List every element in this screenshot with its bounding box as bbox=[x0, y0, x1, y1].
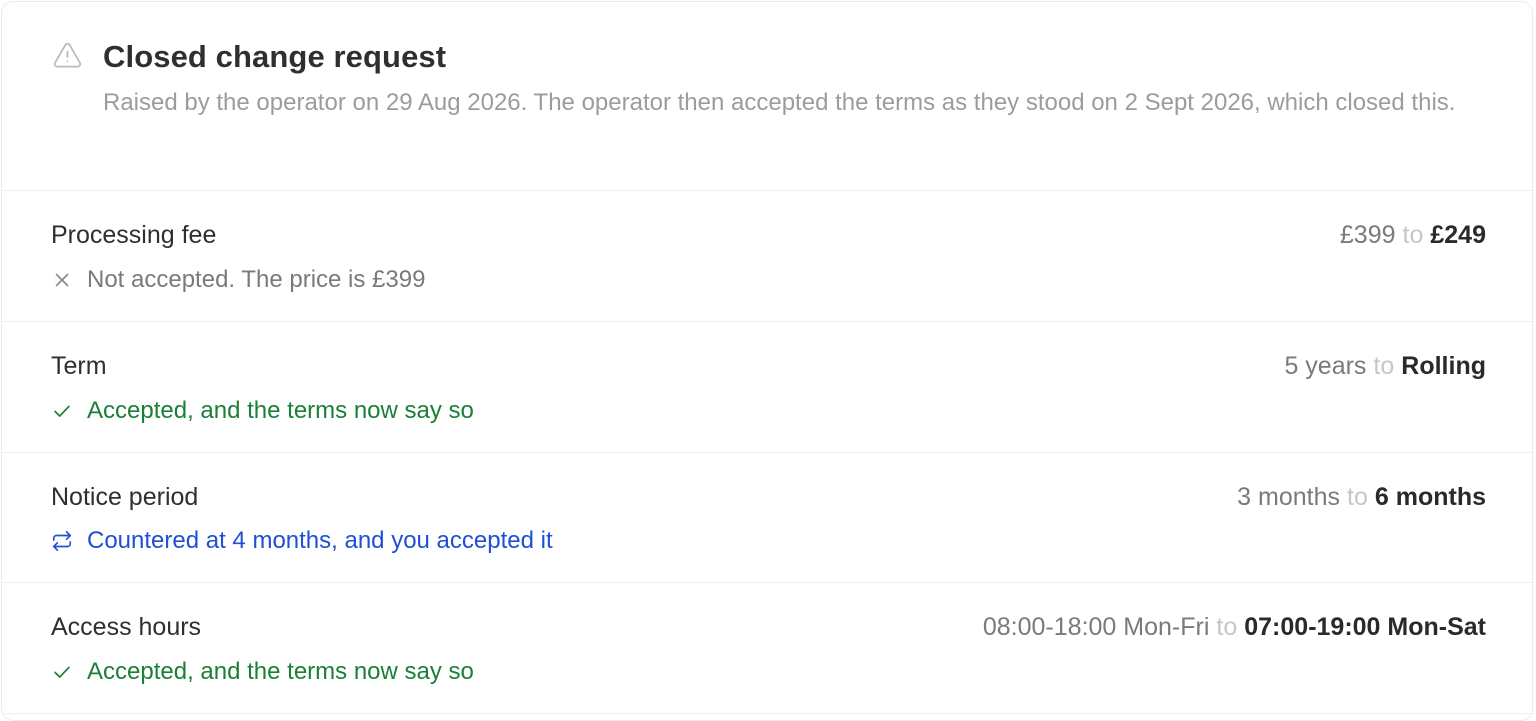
change-request-card: Closed change request Raised by the oper… bbox=[1, 1, 1534, 721]
change-row-label: Term bbox=[51, 352, 107, 380]
change-to-word: to bbox=[1402, 221, 1424, 249]
change-to-value: 6 months bbox=[1374, 483, 1486, 511]
check-icon bbox=[54, 666, 70, 678]
status-accepted: Accepted, and the terms now say so bbox=[51, 395, 474, 427]
status-text: Not accepted. The price is £399 bbox=[87, 266, 426, 293]
warning-triangle-icon bbox=[53, 42, 82, 68]
change-values: 5 years to Rolling bbox=[1284, 352, 1486, 381]
change-from-value: 3 months bbox=[1237, 483, 1341, 511]
change-from-value: £399 bbox=[1339, 221, 1396, 249]
x-icon bbox=[55, 273, 69, 287]
check-icon bbox=[54, 405, 70, 417]
page-title: Closed change request bbox=[103, 39, 447, 74]
change-row-processing-fee: Processing fee £399 to £249 Not accepted. … bbox=[2, 191, 1534, 322]
status-text: Accepted, and the terms now say so bbox=[87, 397, 474, 424]
change-row-label: Notice period bbox=[51, 483, 199, 511]
change-row-notice-period: Notice period 3 months to 6 months Counter… bbox=[2, 453, 1534, 583]
change-row-label: Access hours bbox=[51, 613, 202, 641]
status-text: Countered at 4 months, and you accepted … bbox=[87, 527, 553, 554]
status-accepted: Accepted, and the terms now say so bbox=[51, 656, 474, 688]
change-to-word: to bbox=[1347, 483, 1368, 511]
change-from-value: 08:00-18:00 Mon-Fri bbox=[982, 613, 1210, 641]
change-to-value: 07:00-19:00 Mon-Sat bbox=[1244, 613, 1486, 641]
change-values: £399 to £249 bbox=[1340, 221, 1486, 250]
change-row-label: Processing fee bbox=[51, 221, 217, 249]
change-from-value: 5 years bbox=[1284, 352, 1367, 380]
repeat-arrows-icon bbox=[52, 531, 72, 551]
change-row-access-hours: Access hours 08:00-18:00 Mon-Fri to 07:00-… bbox=[2, 583, 1534, 714]
change-row-term: Term 5 years to Rolling Accepted, and the … bbox=[2, 322, 1534, 453]
status-countered: Countered at 4 months, and you accepted … bbox=[51, 525, 553, 557]
change-values: 08:00-18:00 Mon-Fri to 07:00-19:00 Mon-Sat bbox=[983, 613, 1486, 642]
change-request-header: Closed change request Raised by the oper… bbox=[2, 2, 1534, 191]
change-to-value: £249 bbox=[1430, 221, 1486, 249]
change-to-word: to bbox=[1216, 613, 1238, 641]
header-description: Raised by the operator on 29 Aug 2026. T… bbox=[103, 89, 1456, 116]
change-values: 3 months to 6 months bbox=[1237, 483, 1486, 512]
status-rejected: Not accepted. The price is £399 bbox=[51, 264, 425, 296]
status-text: Accepted, and the terms now say so bbox=[87, 658, 474, 685]
change-to-word: to bbox=[1373, 352, 1395, 380]
change-to-value: Rolling bbox=[1401, 352, 1486, 380]
